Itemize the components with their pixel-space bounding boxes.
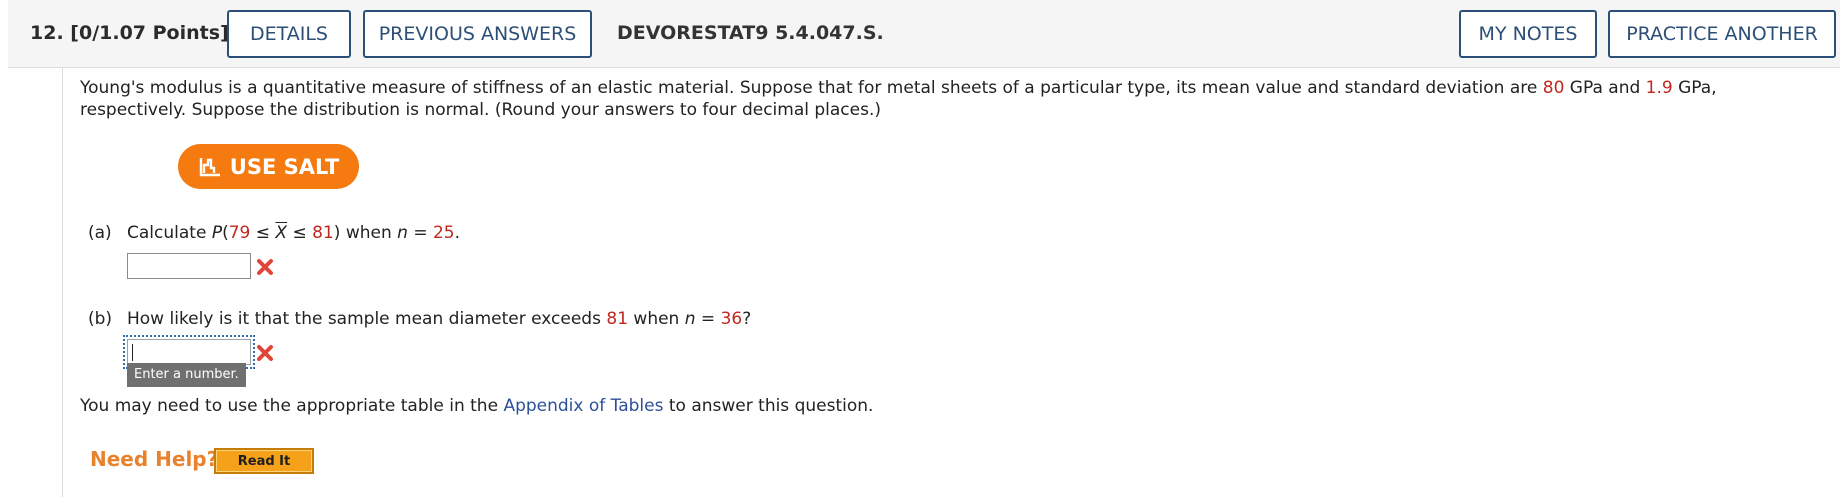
details-button[interactable]: DETAILS bbox=[227, 10, 351, 58]
n-variable: n bbox=[397, 223, 408, 243]
mean-value: 80 bbox=[1542, 78, 1565, 98]
sample-size: 36 bbox=[720, 309, 743, 329]
xbar-symbol: X bbox=[275, 223, 288, 243]
appendix-link[interactable]: Appendix of Tables bbox=[503, 396, 663, 416]
problem-text: GPa and bbox=[1564, 78, 1646, 98]
practice-another-button[interactable]: PRACTICE ANOTHER bbox=[1608, 10, 1836, 58]
content-divider bbox=[62, 68, 63, 497]
problem-statement: Young's modulus is a quantitative measur… bbox=[80, 77, 1820, 121]
question-title: 12. [0/1.07 Points] bbox=[30, 22, 229, 44]
part-a-answer-input[interactable] bbox=[127, 253, 251, 279]
part-b-text: ? bbox=[742, 309, 752, 329]
my-notes-button[interactable]: MY NOTES bbox=[1459, 10, 1597, 58]
need-help-label: Need Help? bbox=[90, 447, 219, 471]
question-number: 12. bbox=[30, 22, 64, 44]
use-salt-button[interactable]: USE SALT bbox=[178, 144, 359, 189]
question-code: DEVORESTAT9 5.4.047.S. bbox=[617, 22, 884, 44]
le-symbol: ≤ bbox=[250, 223, 276, 243]
text-caret bbox=[132, 344, 133, 361]
part-b-label: (b) bbox=[88, 309, 113, 329]
part-b-question: (b) How likely is it that the sample mean… bbox=[88, 309, 751, 329]
points: [0/1.07 Points] bbox=[70, 22, 229, 44]
equals-sign: = bbox=[407, 223, 433, 243]
n-variable: n bbox=[684, 309, 696, 329]
probability-symbol: P bbox=[211, 223, 223, 243]
upper-bound: 81 bbox=[312, 223, 334, 243]
part-b-text: How likely is it that the sample mean di… bbox=[127, 309, 607, 329]
appendix-text: You may need to use the appropriate tabl… bbox=[80, 396, 504, 416]
part-a-question: (a) Calculate P(79 ≤ X ≤ 81) when n = 25. bbox=[88, 223, 461, 243]
lower-bound: 79 bbox=[228, 223, 251, 243]
appendix-text: to answer this question. bbox=[663, 396, 874, 416]
part-a-label: (a) bbox=[88, 223, 112, 243]
le-symbol: ≤ bbox=[287, 223, 313, 243]
input-tooltip: Enter a number. bbox=[127, 363, 246, 387]
sample-size: 25 bbox=[432, 223, 455, 243]
part-a-text: ) when bbox=[333, 223, 398, 243]
problem-text: Young's modulus is a quantitative measur… bbox=[80, 78, 1543, 98]
previous-answers-button[interactable]: PREVIOUS ANSWERS bbox=[363, 10, 592, 58]
salt-chart-icon bbox=[199, 157, 220, 176]
part-a-text: . bbox=[454, 223, 461, 243]
part-b-text: when bbox=[628, 309, 685, 329]
part-a-text: Calculate bbox=[127, 223, 212, 243]
threshold-value: 81 bbox=[606, 309, 629, 329]
appendix-note: You may need to use the appropriate tabl… bbox=[80, 396, 873, 416]
equals-sign: = bbox=[695, 309, 721, 329]
x-icon bbox=[257, 259, 273, 275]
x-icon bbox=[257, 345, 273, 361]
read-it-button[interactable]: Read It bbox=[214, 448, 314, 474]
question-header: 12. [0/1.07 Points] DETAILS PREVIOUS ANS… bbox=[8, 0, 1840, 68]
use-salt-label: USE SALT bbox=[229, 154, 340, 179]
sd-value: 1.9 bbox=[1645, 78, 1673, 98]
part-b-answer-input[interactable] bbox=[123, 335, 255, 369]
